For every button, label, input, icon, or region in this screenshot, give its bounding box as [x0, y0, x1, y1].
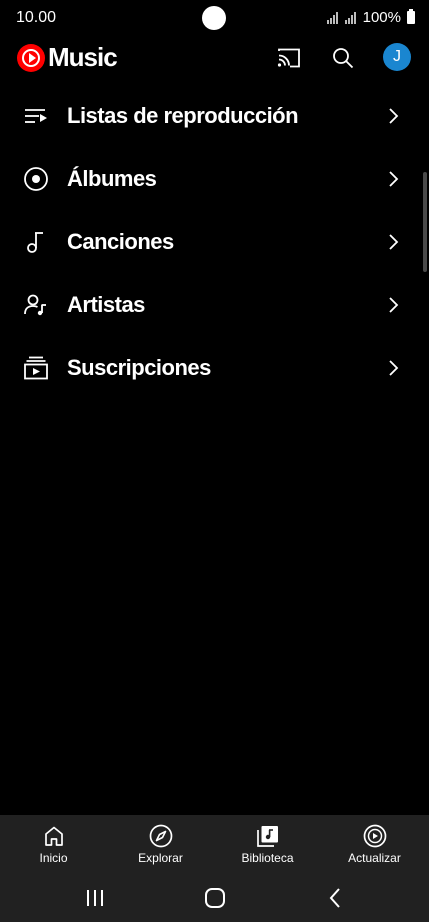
artist-icon	[21, 290, 51, 320]
back-icon	[329, 888, 340, 908]
subscriptions-icon	[21, 353, 51, 383]
chevron-right-icon	[384, 107, 402, 125]
cast-button[interactable]	[273, 42, 305, 74]
battery-icon	[407, 9, 415, 24]
chevron-right-icon	[384, 359, 402, 377]
youtube-music-logo-icon	[17, 43, 45, 72]
status-indicators: 100%	[326, 9, 415, 26]
playlist-icon	[21, 101, 51, 131]
list-item-albums[interactable]: Álbumes	[0, 147, 429, 210]
chevron-right-icon	[384, 233, 402, 251]
home-icon	[41, 823, 67, 849]
home-system-button[interactable]	[200, 883, 230, 913]
camera-cutout	[202, 6, 226, 30]
signal-icon	[344, 11, 356, 24]
chevron-right-icon	[384, 170, 402, 188]
library-icon	[255, 823, 281, 849]
music-note-icon	[21, 227, 51, 257]
nav-label: Actualizar	[348, 851, 401, 865]
status-bar: 10.00 100%	[0, 0, 429, 36]
list-item-label: Artistas	[67, 291, 145, 317]
home-circle-icon	[205, 888, 225, 908]
avatar[interactable]: J	[383, 43, 411, 71]
compass-icon	[148, 823, 174, 849]
nav-label: Inicio	[39, 851, 68, 865]
list-item-artists[interactable]: Artistas	[0, 273, 429, 336]
nav-home[interactable]: Inicio	[0, 815, 107, 873]
search-button[interactable]	[327, 42, 359, 74]
album-icon	[21, 164, 51, 194]
chevron-right-icon	[384, 296, 402, 314]
status-time: 10.00	[16, 9, 57, 26]
back-button[interactable]	[321, 883, 351, 913]
system-nav-bar	[0, 873, 429, 922]
nav-library[interactable]: Biblioteca	[214, 815, 321, 873]
list-item-label: Listas de reproducción	[67, 102, 299, 128]
list-item-label: Álbumes	[67, 165, 157, 191]
list-item-subscriptions[interactable]: Suscripciones	[0, 336, 429, 399]
nav-explore[interactable]: Explorar	[107, 815, 214, 873]
scrollbar[interactable]	[423, 172, 427, 272]
upgrade-icon	[362, 823, 388, 849]
signal-icon	[326, 11, 338, 24]
list-item-label: Canciones	[67, 228, 174, 254]
list-item-songs[interactable]: Canciones	[0, 210, 429, 273]
list-item-label: Suscripciones	[67, 354, 211, 380]
search-icon	[333, 48, 354, 69]
battery-percent: 100%	[362, 9, 401, 26]
nav-upgrade[interactable]: Actualizar	[321, 815, 428, 873]
app-logo[interactable]: Music	[17, 42, 118, 73]
app-bar: Music J	[0, 36, 429, 80]
nav-label: Explorar	[138, 851, 183, 865]
recents-button[interactable]	[80, 883, 110, 913]
cast-icon	[277, 48, 300, 68]
app-name: Music	[48, 42, 118, 72]
recents-icon	[87, 890, 103, 906]
nav-label: Biblioteca	[241, 851, 294, 865]
list-item-playlists[interactable]: Listas de reproducción	[0, 84, 429, 147]
bottom-nav: Inicio Explorar Biblioteca Actualizar	[0, 815, 429, 873]
